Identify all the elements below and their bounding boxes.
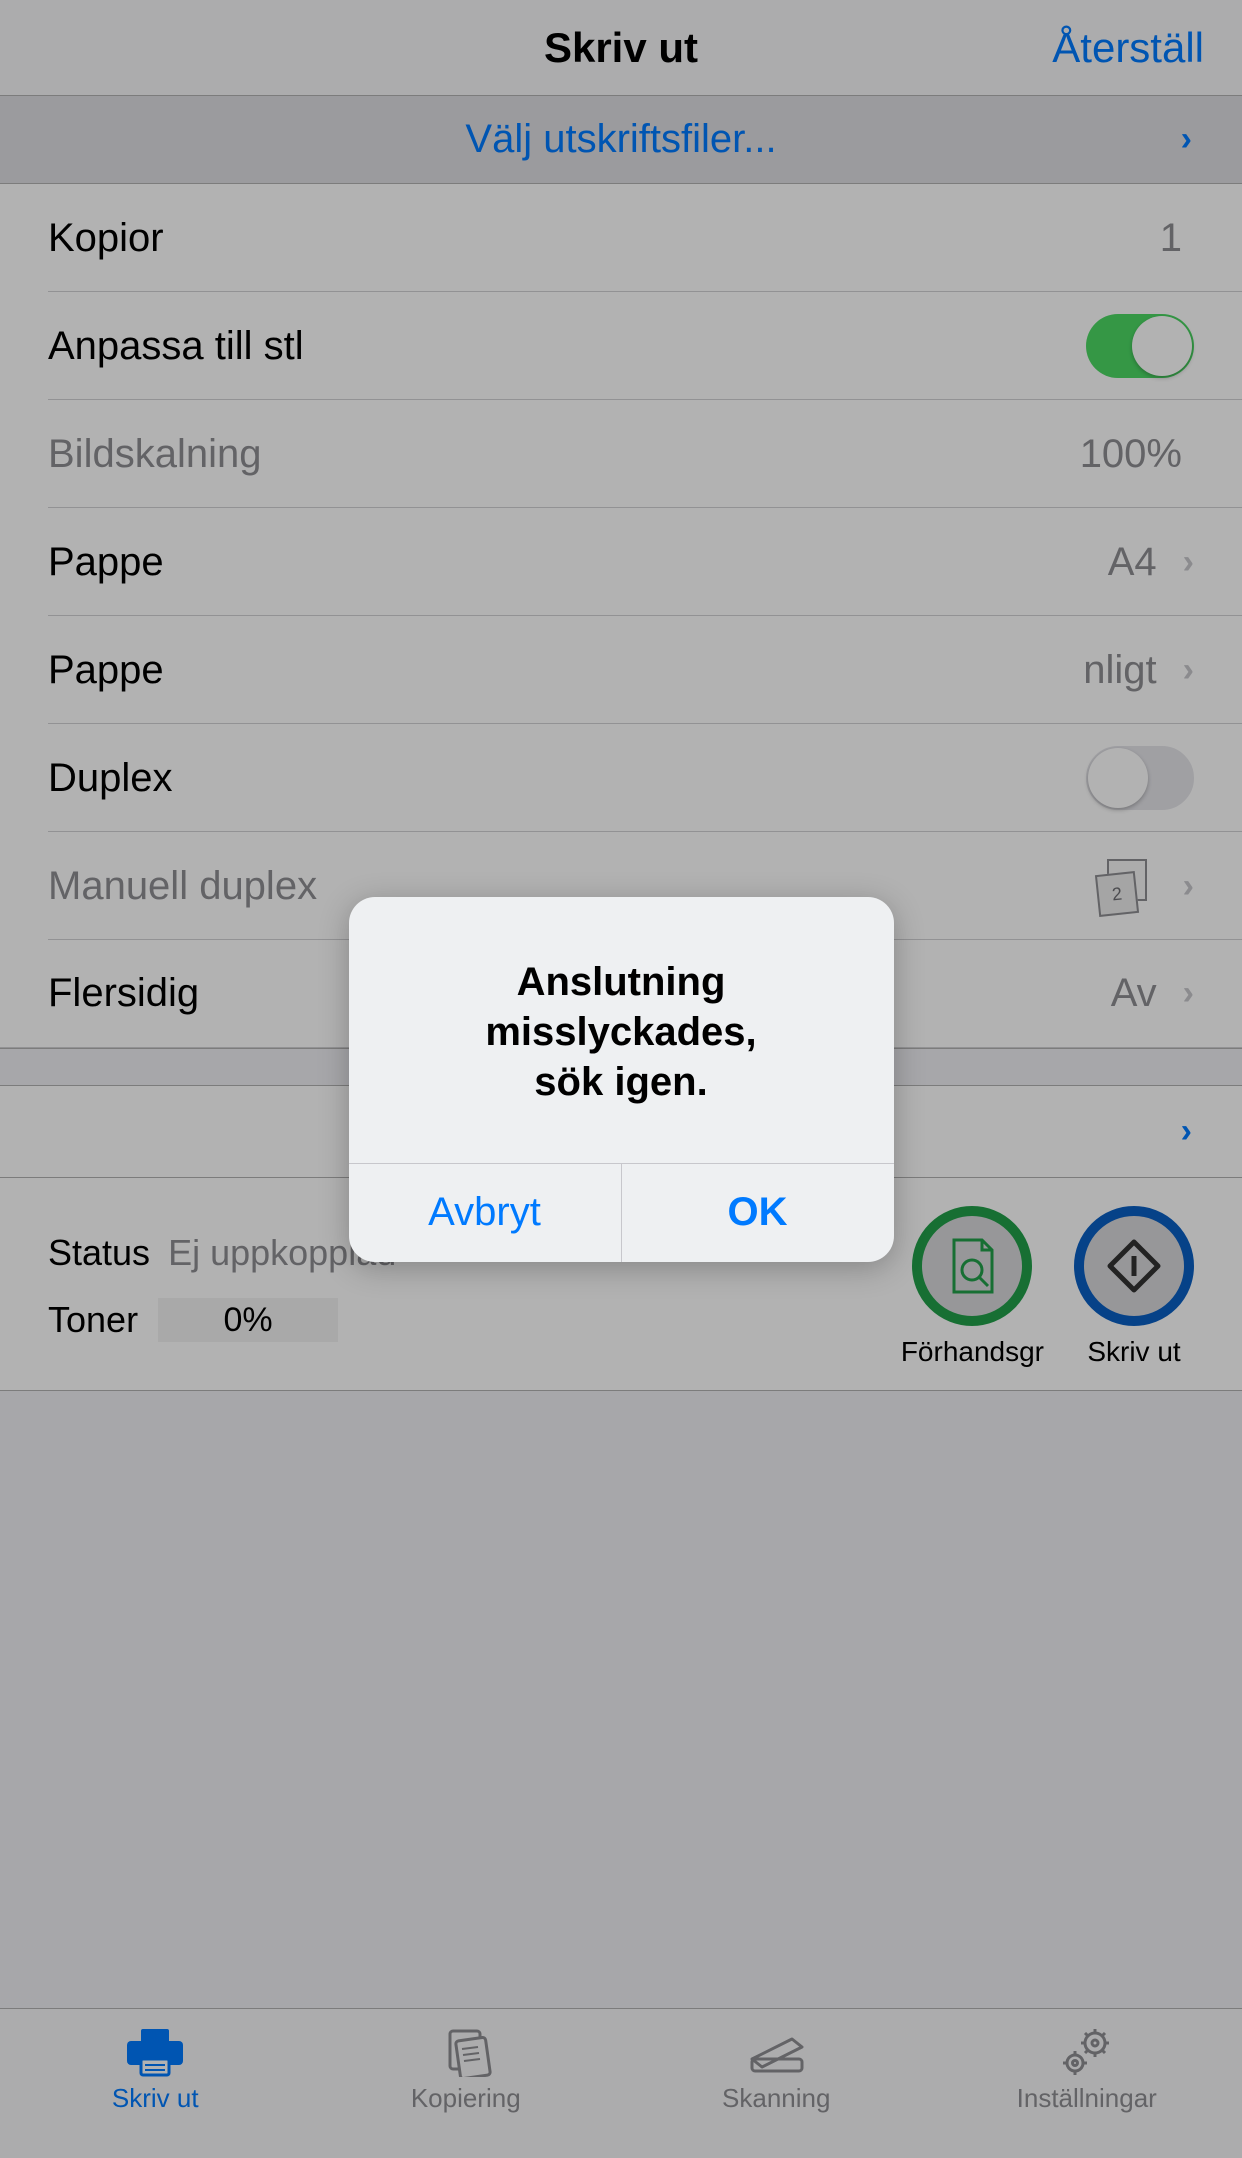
alert-dialog: Anslutning misslyckades, sök igen. Avbry… (349, 897, 894, 1262)
modal-overlay: Anslutning misslyckades, sök igen. Avbry… (0, 0, 1242, 2158)
print-screen: Skriv ut Återställ Välj utskriftsfiler..… (0, 0, 1242, 2158)
alert-title: Anslutning misslyckades, sök igen. (389, 957, 854, 1107)
alert-ok-button[interactable]: OK (621, 1164, 894, 1262)
alert-cancel-button[interactable]: Avbryt (349, 1164, 621, 1262)
